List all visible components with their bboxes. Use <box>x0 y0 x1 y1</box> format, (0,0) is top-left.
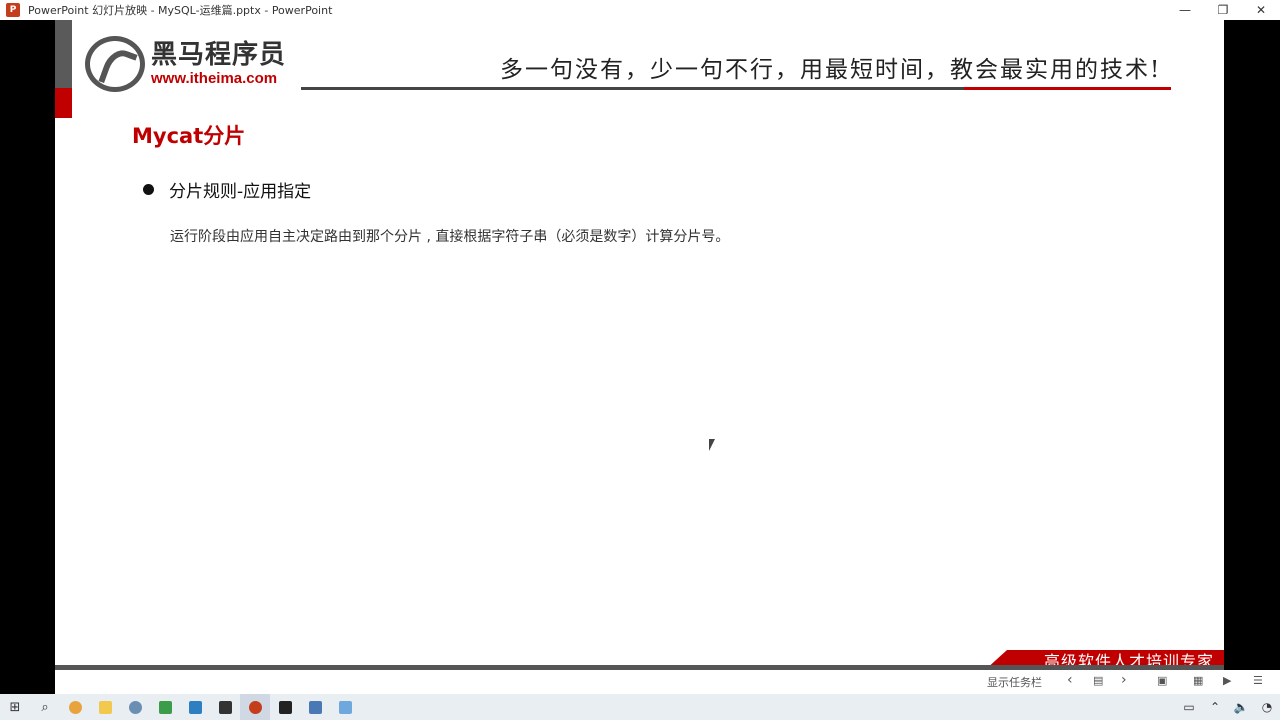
slideshow-icon[interactable]: ▶ <box>1223 674 1231 687</box>
grid-view-icon[interactable]: ▦ <box>1193 674 1203 687</box>
window-title: PowerPoint 幻灯片放映 - MySQL-运维篇.pptx - Powe… <box>28 4 333 17</box>
powerpoint-taskbar-icon[interactable] <box>240 694 270 720</box>
maximize-button[interactable]: ❐ <box>1204 0 1242 20</box>
horse-logo-icon <box>85 36 145 92</box>
close-button[interactable]: ✕ <box>1242 0 1280 20</box>
slide-sorter-icon[interactable]: ▤ <box>1093 674 1103 687</box>
mouse-cursor-icon <box>709 439 715 451</box>
file-explorer-icon[interactable] <box>90 694 120 720</box>
slide-title: Mycat分片 <box>132 124 246 148</box>
presenter-controls: 显示任务栏 ‹ ▤ › ▣ ▦ ▶ ☰ <box>55 670 1280 694</box>
app-icon-5[interactable] <box>270 694 300 720</box>
minimize-button[interactable]: — <box>1166 0 1204 20</box>
bullet-label: 分片规则-应用指定 <box>169 182 312 202</box>
logo-name: 黑马程序员 <box>151 40 287 70</box>
next-slide-button[interactable]: › <box>1121 672 1127 688</box>
slide-canvas[interactable]: 黑马程序员 www.itheima.com 多一句没有，少一句不行，用最短时间，… <box>55 20 1224 670</box>
chrome-icon[interactable] <box>60 694 90 720</box>
right-margin <box>1224 20 1280 670</box>
tray-chevron-up-icon[interactable]: ⌃ <box>1202 694 1228 720</box>
description-text: 运行阶段由应用自主决定路由到那个分片 , 直接根据字符子串（必须是数字）计算分片… <box>170 229 730 245</box>
keyboard-icon[interactable]: ▭ <box>1176 694 1202 720</box>
search-icon[interactable]: ⌕ <box>30 694 60 720</box>
left-accent-gray <box>55 20 72 88</box>
logo-url: www.itheima.com <box>151 70 278 87</box>
volume-icon[interactable]: 🔈 <box>1228 694 1254 720</box>
app-icon-3[interactable] <box>180 694 210 720</box>
presenter-menu-icon[interactable]: ☰ <box>1253 674 1263 687</box>
powerpoint-app-icon: P <box>6 3 20 17</box>
slogan-text: 多一句没有，少一句不行，用最短时间，教会最实用的技术! <box>500 57 1162 83</box>
bullet-dot-icon <box>143 184 154 195</box>
app-icon-6[interactable] <box>300 694 330 720</box>
windows-start-icon[interactable]: ⊞ <box>0 694 30 720</box>
left-accent-red <box>55 88 72 118</box>
app-icon-4[interactable] <box>210 694 240 720</box>
app-icon-7[interactable] <box>330 694 360 720</box>
show-taskbar-button[interactable]: 显示任务栏 <box>987 674 1042 690</box>
bullet-item: 分片规则-应用指定 <box>143 177 311 202</box>
window-titlebar: P PowerPoint 幻灯片放映 - MySQL-运维篇.pptx - Po… <box>0 0 1280 20</box>
normal-view-icon[interactable]: ▣ <box>1157 674 1167 687</box>
header-divider-gray <box>301 87 964 90</box>
header-divider-red <box>964 87 1171 90</box>
network-icon[interactable]: ◔ <box>1254 694 1280 720</box>
app-icon-1[interactable] <box>120 694 150 720</box>
app-icon-2[interactable] <box>150 694 180 720</box>
windows-taskbar: ⊞ ⌕ ▭ ⌃ 🔈 ◔ <box>0 694 1280 720</box>
brand-logo: 黑马程序员 www.itheima.com <box>85 36 286 92</box>
prev-slide-button[interactable]: ‹ <box>1067 672 1073 688</box>
